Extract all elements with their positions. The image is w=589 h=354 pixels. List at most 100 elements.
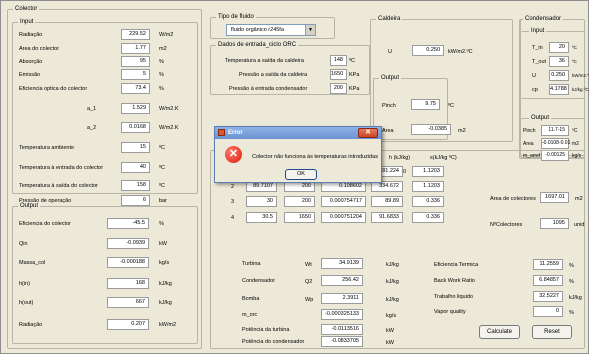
condenser-input-field[interactable]: 0.250 <box>549 70 569 81</box>
error-dialog-app-icon <box>218 129 225 136</box>
orc-input-field[interactable]: 1650 <box>330 69 347 80</box>
collector-input-field[interactable]: 229.52 <box>121 29 150 40</box>
calculate-button[interactable]: Calculate <box>479 325 520 339</box>
collector-input-field[interactable]: 0.0168 <box>121 122 150 133</box>
collector-input-unit: ºC <box>159 165 165 171</box>
collector-input-field[interactable]: 1.77 <box>121 43 150 54</box>
collector-input-field[interactable]: 95 <box>121 56 150 67</box>
boiler-area-field: -0.0385 <box>411 124 451 135</box>
collector-input-field[interactable]: 6 <box>121 195 150 206</box>
collector-input-field[interactable]: 1.529 <box>121 103 150 114</box>
close-icon[interactable]: ✕ <box>358 128 378 138</box>
error-dialog: Error ✕ ✕ Colector não funciona às tempe… <box>214 126 382 183</box>
collector-panel: Colector Input Radiação 229.52 W/m2 Area do… <box>7 5 202 349</box>
state-cell: 200 <box>284 196 315 207</box>
states-header: h (kJ/kg) <box>389 155 411 161</box>
state-index: 3 <box>231 199 235 205</box>
collector-input-field[interactable]: 15 <box>121 142 150 153</box>
collector-output-label: Massa_col <box>19 260 46 266</box>
collector-input-field[interactable]: 73.4 <box>121 83 150 94</box>
condenser-input-unit: ºC <box>572 59 577 64</box>
boiler-title: Caldeira <box>376 15 403 23</box>
result-label: Turbina <box>242 261 261 267</box>
collector-output-field: -0.0939 <box>107 238 149 249</box>
result-unit: % <box>569 310 574 316</box>
result-unit: kJ/kg <box>569 295 582 301</box>
result-symbol: Q2 <box>305 279 313 285</box>
collector-input-unit: m2 <box>159 46 167 52</box>
collector-input-unit: W/m2 <box>159 32 174 38</box>
boiler-area-label: Area <box>382 128 394 134</box>
collectors-count-unit: unid <box>574 222 585 228</box>
result-symbol: Wt <box>305 262 312 268</box>
result-value: 2.3911 <box>321 293 363 304</box>
result-unit: kW <box>386 328 394 334</box>
collector-input-field[interactable]: 40 <box>121 162 150 173</box>
collector-output-title: Output <box>18 202 41 210</box>
result-value: 32.5227 <box>533 291 563 302</box>
result-value: 34.9139 <box>321 258 363 269</box>
fluid-type-panel: Tipo de fluido fluido orgânico r245fa ▼ <box>210 13 335 39</box>
collector-input-label: a_2 <box>87 125 97 131</box>
condenser-input-field[interactable]: 4.1788 <box>549 84 569 95</box>
condenser-output-field: -0.0108-0.01 <box>541 138 570 149</box>
boiler-output-title: Output <box>379 74 402 82</box>
boiler-u-field[interactable]: 0.250 <box>412 45 444 56</box>
condenser-input-field[interactable]: 36 <box>549 56 569 67</box>
collector-input-unit: bar <box>159 198 167 204</box>
collector-input-field[interactable]: 5 <box>121 69 150 80</box>
result-unit: kJ/kg <box>386 262 399 268</box>
boiler-pinch-field: 9.75 <box>411 99 440 110</box>
collector-input-unit: ºC <box>159 145 165 151</box>
result-label: Potência da turbina <box>242 327 290 333</box>
state-cell: 89.89 <box>371 196 403 207</box>
state-index: 4 <box>231 215 235 221</box>
condenser-input-unit: kJ/kg.ºC <box>572 87 589 92</box>
result-value: 256.42 <box>321 275 363 286</box>
orc-input-label: Pressão a saída da caldeira <box>239 72 308 78</box>
collector-title: Colector <box>13 5 40 13</box>
state-cell: 1.1203 <box>412 166 444 177</box>
orc-input-label: Pressão à entrada condensador <box>229 86 308 92</box>
condenser-output-unit: m2 <box>572 141 579 147</box>
result-unit: % <box>569 279 574 285</box>
orc-input-field[interactable]: 200 <box>330 83 347 94</box>
boiler-panel: Caldeira U 0.250 kW/m2.ºC Output Pinch 9… <box>370 15 513 142</box>
result-value: 11.2559 <box>533 259 563 270</box>
collector-input-panel: Input Radiação 229.52 W/m2 Area do colector… <box>12 18 198 206</box>
collector-input-label: Emissão <box>19 72 41 78</box>
result-label: Vapor quality <box>434 309 466 315</box>
main-window: Colector Input Radiação 229.52 W/m2 Area do… <box>0 0 589 354</box>
error-dialog-titlebar: Error ✕ <box>215 127 381 139</box>
collector-output-unit: % <box>159 221 164 227</box>
collectors-area-unit: m2 <box>575 196 583 202</box>
collector-input-field[interactable]: 158 <box>121 180 150 191</box>
result-unit: kJ/kg <box>386 297 399 303</box>
fluid-select[interactable]: fluido orgânico r245fa ▼ <box>226 24 316 36</box>
boiler-area-unit: m2 <box>458 128 466 134</box>
states-header: s(kJ/kg ºC) <box>430 155 457 161</box>
collector-output-label: h(out) <box>19 300 34 306</box>
collector-output-unit: kJ/kg <box>159 281 172 287</box>
collectors-area-field: 1697.01 <box>540 192 569 203</box>
state-cell: 1650 <box>284 212 315 223</box>
fluid-type-title: Tipo de fluido <box>216 13 256 21</box>
error-dialog-message: Colector não funciona às temperaturas in… <box>252 154 378 160</box>
result-label: Back Work Ratio <box>434 278 475 284</box>
reset-button[interactable]: Reset <box>532 325 572 339</box>
chevron-down-icon[interactable]: ▼ <box>305 25 315 35</box>
state-cell: 0.336 <box>412 212 444 223</box>
collector-output-field: 667 <box>107 297 149 308</box>
collector-output-unit: kg/s <box>159 260 170 266</box>
state-cell: 1.1203 <box>412 181 444 192</box>
state-cell: 30.5 <box>246 212 277 223</box>
condenser-input-label: cp <box>532 87 538 93</box>
orc-input-field[interactable]: 148 <box>330 55 347 66</box>
condenser-output-unit: ºC <box>572 128 578 134</box>
collector-output-unit: kJ/kg <box>159 300 172 306</box>
condenser-input-field[interactable]: 20 <box>549 42 569 53</box>
ok-button[interactable]: OK <box>285 169 317 180</box>
boiler-pinch-label: Pinch <box>382 103 396 109</box>
state-cell: 0.000751204 <box>321 212 366 223</box>
result-label: Bomba <box>242 296 260 302</box>
